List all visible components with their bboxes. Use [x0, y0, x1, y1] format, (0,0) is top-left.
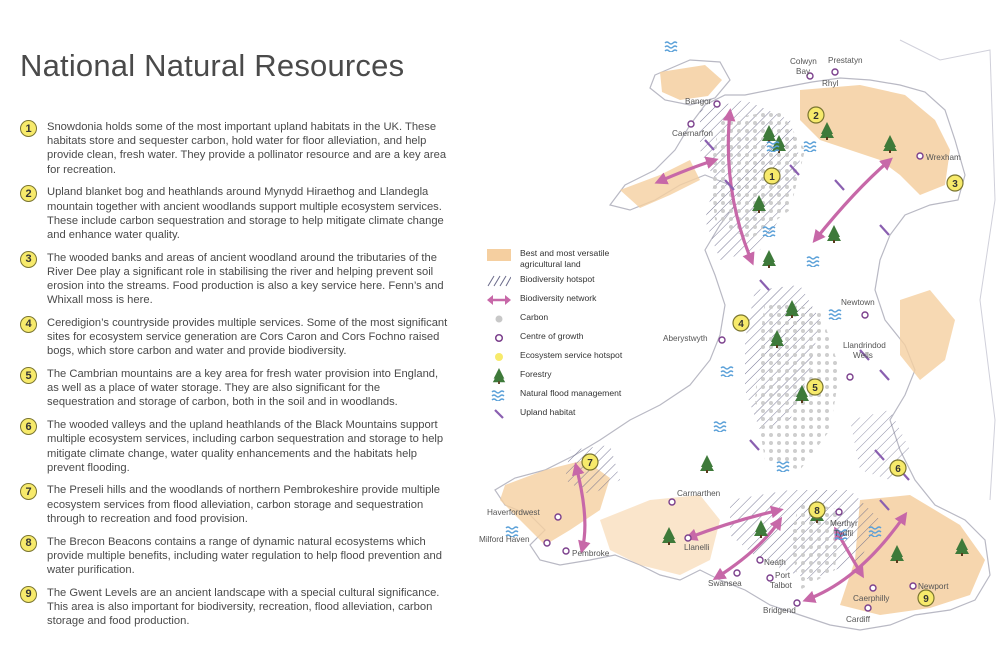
hotspot-number-badge: 8 [20, 534, 37, 552]
hotspot-label: 9 [923, 594, 929, 605]
purple-ring-icon [486, 331, 512, 345]
place-label: Port [775, 571, 791, 580]
legend-item-ecosystem-hotspot: Ecosystem service hotspot [486, 350, 636, 364]
double-arrow-icon [486, 293, 512, 307]
agricultural-land-swatch-icon [486, 248, 512, 262]
place-label: Llandrindod [843, 341, 886, 350]
description-item-5: 5 The Cambrian mountains are a key area … [20, 367, 450, 410]
yellow-dot-icon [486, 350, 512, 364]
map-legend: Best and most versatile agricultural lan… [486, 248, 636, 426]
place-label: Wrexham [926, 153, 961, 162]
hotspot-label: 7 [587, 458, 593, 469]
place-label: Haverfordwest [487, 508, 541, 517]
place-label: Caernarfon [672, 129, 713, 138]
legend-label: Natural flood management [520, 388, 622, 398]
legend-label: Carbon [520, 312, 549, 322]
place-label: Bangor [685, 97, 712, 106]
legend-label: Biodiversity hotspot [520, 274, 595, 284]
description-text: The Gwent Levels are an ancient landscap… [47, 586, 440, 628]
hotspot-number-badge: 2 [20, 185, 37, 203]
description-text: Upland blanket bog and heathlands around… [47, 186, 444, 241]
legend-item-agricultural: Best and most versatile agricultural lan… [486, 248, 636, 269]
upland-dash-icon [486, 407, 512, 421]
page-title: National Natural Resources [20, 48, 405, 83]
legend-item-upland-habitat: Upland habitat [486, 407, 636, 421]
place-label: Rhyl [822, 79, 839, 88]
biodiversity-hatch-icon [486, 274, 512, 288]
hotspot-number-badge: 9 [20, 585, 37, 603]
description-item-1: 1 Snowdonia holds some of the most impor… [20, 120, 450, 177]
place-label: Bay [796, 67, 811, 76]
place-label: Newport [918, 582, 949, 591]
legend-item-centre-of-growth: Centre of growth [486, 331, 636, 345]
place-label: Caerphilly [853, 594, 890, 603]
description-item-8: 8 The Brecon Beacons contains a range of… [20, 534, 450, 578]
hotspot-number-badge: 5 [20, 367, 37, 385]
hotspot-label: 8 [814, 506, 820, 517]
place-label: Colwyn [790, 57, 817, 66]
legend-item-flood-management: Natural flood management [486, 388, 636, 402]
hotspot-number-badge: 7 [20, 483, 37, 501]
hotspot-label: 6 [895, 464, 901, 475]
place-label: Bridgend [763, 606, 796, 615]
legend-item-forestry: Forestry [486, 368, 636, 384]
hotspot-label: 5 [812, 383, 818, 394]
hotspot-number-badge: 4 [20, 315, 37, 333]
description-item-2: 2 Upland blanket bog and heathlands arou… [20, 185, 450, 242]
description-text: The Preseli hills and the woodlands of n… [47, 484, 441, 525]
place-label: Tydfil [834, 529, 853, 538]
place-label: Swansea [708, 579, 742, 588]
hotspot-label: 3 [952, 179, 958, 190]
place-label: Pembroke [572, 549, 610, 558]
description-text: The Brecon Beacons contains a range of d… [47, 535, 442, 576]
hotspot-number-badge: 3 [20, 250, 37, 268]
grey-dot-icon [486, 312, 512, 326]
hotspot-descriptions: 1 Snowdonia holds some of the most impor… [20, 120, 450, 637]
hotspot-label: 4 [738, 319, 744, 330]
legend-label: Upland habitat [520, 407, 576, 417]
legend-item-biodiversity-hotspot: Biodiversity hotspot [486, 274, 636, 288]
description-item-9: 9 The Gwent Levels are an ancient landsc… [20, 585, 450, 629]
legend-label: Centre of growth [520, 331, 584, 341]
description-item-3: 3 The wooded banks and areas of ancient … [20, 250, 450, 308]
hotspot-label: 2 [813, 111, 819, 122]
description-item-4: 4 Ceredigion’s countryside provides mult… [20, 315, 450, 359]
description-text: Snowdonia holds some of the most importa… [47, 121, 447, 176]
place-label: Llanelli [684, 543, 710, 552]
place-label: Wells [853, 351, 873, 360]
description-item-7: 7 The Preseli hills and the woodlands of… [20, 483, 450, 526]
hotspot-label: 1 [769, 172, 775, 183]
place-label: Prestatyn [828, 56, 863, 65]
legend-label: Forestry [520, 369, 552, 379]
place-label: Carmarthen [677, 489, 721, 498]
description-text: The Cambrian mountains are a key area fo… [47, 368, 439, 409]
legend-label: Ecosystem service hotspot [520, 350, 623, 360]
legend-label: Best and most versatile agricultural lan… [520, 248, 610, 269]
legend-item-carbon: Carbon [486, 312, 636, 326]
description-text: The wooded valleys and the upland heathl… [47, 419, 444, 474]
place-label: Milford Haven [479, 535, 530, 544]
description-item-6: 6 The wooded valleys and the upland heat… [20, 418, 450, 475]
place-label: Aberystwyth [663, 334, 708, 343]
waves-icon [486, 388, 512, 402]
description-text: The wooded banks and areas of ancient wo… [47, 251, 444, 307]
hotspot-number-badge: 1 [20, 120, 37, 137]
legend-item-biodiversity-network: Biodiversity network [486, 293, 636, 307]
hotspot-number-badge: 6 [20, 418, 37, 436]
place-label: Cardiff [846, 615, 871, 624]
place-label: Newtown [841, 298, 875, 307]
description-text: Ceredigion’s countryside provides multip… [47, 316, 448, 358]
place-label: Talbot [770, 581, 793, 590]
place-label: Merthyr [830, 519, 858, 528]
place-label: Neath [764, 558, 786, 567]
legend-label: Biodiversity network [520, 293, 597, 303]
tree-icon [486, 368, 512, 384]
